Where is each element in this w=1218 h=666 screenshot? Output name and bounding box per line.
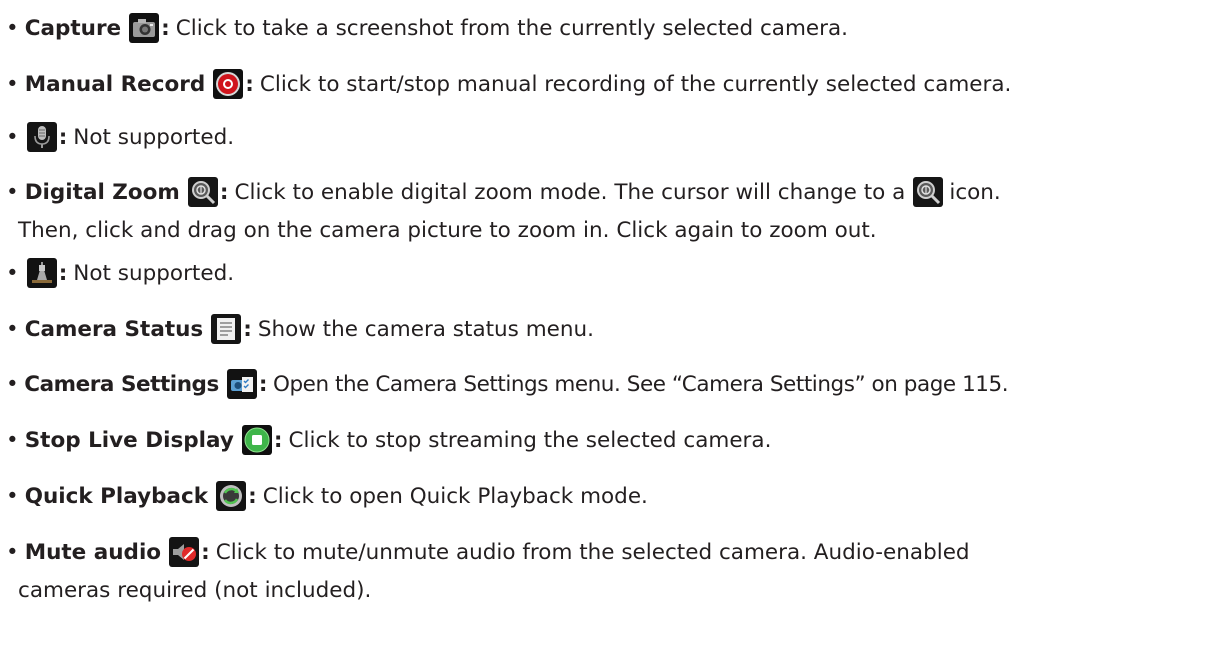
item-title: Quick Playback xyxy=(24,483,209,509)
page: • Capture : Click to take a screenshot f… xyxy=(0,0,1218,666)
item-text: Click to stop streaming the selected cam… xyxy=(288,427,772,453)
list-item-digital-zoom: • Digital Zoom : Click to enable digital… xyxy=(6,174,1001,210)
colon: : xyxy=(248,483,257,509)
bullet: • xyxy=(6,15,19,41)
bullet: • xyxy=(6,539,19,565)
item-title: Camera Settings xyxy=(24,371,219,397)
list-item-stop-live-display: • Stop Live Display : Click to stop stre… xyxy=(6,422,771,458)
list-item-ptz: • : Not supported. xyxy=(6,255,234,291)
colon: : xyxy=(58,260,68,286)
item-text: Not supported. xyxy=(73,260,235,286)
item-title: Camera Status xyxy=(24,316,204,342)
item-text: Not supported. xyxy=(73,124,235,150)
ptz-icon xyxy=(26,258,57,288)
item-continuation: Then, click and drag on the camera pictu… xyxy=(18,217,877,243)
bullet: • xyxy=(6,71,19,97)
bullet: • xyxy=(6,483,19,509)
microphone-icon xyxy=(26,122,57,152)
digital-zoom-cursor-icon xyxy=(913,177,944,207)
item-title: Stop Live Display xyxy=(24,427,234,453)
colon: : xyxy=(258,371,268,397)
bullet: • xyxy=(6,371,19,397)
list-item-capture: • Capture : Click to take a screenshot f… xyxy=(6,10,848,46)
bullet: • xyxy=(6,179,19,205)
colon: : xyxy=(273,427,283,453)
list-item-manual-record: • Manual Record : Click to start/stop ma… xyxy=(6,66,1011,102)
item-text-after-icon: icon. xyxy=(949,179,1001,205)
stop-icon xyxy=(241,425,272,455)
item-text: Click to open Quick Playback mode. xyxy=(262,483,648,509)
colon: : xyxy=(58,124,68,150)
list-item-quick-playback: • Quick Playback : Click to open Quick P… xyxy=(6,478,648,514)
colon: : xyxy=(243,316,252,342)
list-item-mute-audio-continuation: cameras required (not included). xyxy=(18,572,371,608)
bullet: • xyxy=(6,316,19,342)
item-title: Capture xyxy=(24,15,122,41)
mute-audio-icon xyxy=(169,537,200,567)
item-text: Show the camera status menu. xyxy=(257,316,594,342)
list-item-digital-zoom-continuation: Then, click and drag on the camera pictu… xyxy=(18,212,877,248)
item-continuation: cameras required (not included). xyxy=(18,577,372,603)
item-text: Click to mute/unmute audio from the sele… xyxy=(215,539,970,565)
colon: : xyxy=(245,71,254,97)
list-item-microphone: • : Not supported. xyxy=(6,119,234,155)
bullet: • xyxy=(6,427,19,453)
list-item-camera-status: • Camera Status : Show the camera status… xyxy=(6,311,594,347)
item-text: Click to start/stop manual recording of … xyxy=(259,71,1012,97)
item-title: Mute audio xyxy=(24,539,162,565)
list-item-camera-settings: • Camera Settings : Open the Camera Sett… xyxy=(6,366,1009,402)
bullet: • xyxy=(6,124,19,150)
quick-playback-icon xyxy=(216,481,247,511)
colon: : xyxy=(219,179,229,205)
document-list-icon xyxy=(211,314,242,344)
bullet: • xyxy=(6,260,19,286)
item-title: Manual Record xyxy=(24,71,206,97)
item-text: Click to enable digital zoom mode. The c… xyxy=(234,179,906,205)
list-item-mute-audio: • Mute audio : Click to mute/unmute audi… xyxy=(6,534,970,570)
item-title: Digital Zoom xyxy=(24,179,180,205)
record-icon xyxy=(213,69,244,99)
item-text: Click to take a screenshot from the curr… xyxy=(175,15,848,41)
camera-capture-icon xyxy=(129,13,160,43)
colon: : xyxy=(161,15,170,41)
digital-zoom-icon xyxy=(187,177,218,207)
camera-settings-icon xyxy=(226,369,257,399)
colon: : xyxy=(201,539,210,565)
item-text: Open the Camera Settings menu. See “Came… xyxy=(273,371,1009,397)
